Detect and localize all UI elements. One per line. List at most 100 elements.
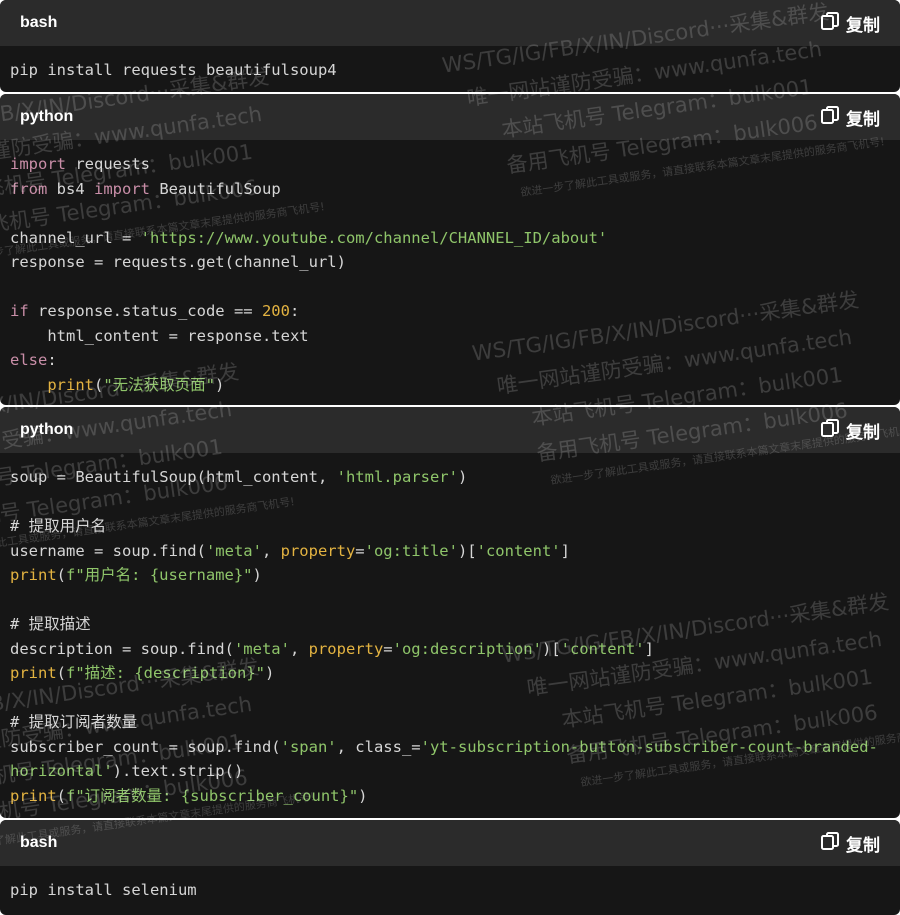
code-token: import — [94, 179, 150, 198]
code-token: print — [10, 566, 57, 584]
code-token: f"用户名: {username}" — [66, 566, 253, 584]
code-token: 'meta' — [205, 541, 262, 560]
code-token: = — [355, 541, 365, 560]
code-token: import — [10, 155, 66, 173]
code-token: ( — [56, 664, 67, 682]
code-line: response = requests.get(channel_url) — [10, 250, 890, 275]
code-token: BeautifulSoup — [150, 179, 281, 198]
code-block-2: python 复制 import requests from bs4 import… — [0, 94, 900, 405]
code-token: 'https://www.youtube.com/channel/CHANNEL… — [140, 228, 608, 247]
code-token: ).text.strip() — [112, 762, 244, 780]
code-language-label: python — [20, 108, 74, 125]
code-token: ) — [265, 664, 275, 682]
code-token: = — [383, 639, 393, 658]
copy-button[interactable]: 复制 — [820, 831, 880, 856]
code-token: 'span' — [280, 737, 337, 756]
code-language-label: bash — [20, 834, 58, 851]
code-token: f"订阅者数量: {subscriber_count}" — [66, 786, 359, 805]
code-language-label: bash — [20, 14, 58, 31]
code-line: channel_url = 'https://www.youtube.com/c… — [10, 226, 890, 251]
code-line: subscriber_count = soup.find('span', cla… — [10, 735, 890, 760]
copy-button[interactable]: 复制 — [820, 11, 880, 36]
copy-icon — [820, 831, 846, 856]
code-token: ] — [560, 541, 570, 560]
code-token: 'yt-subscription-button-subscriber-count… — [420, 737, 878, 756]
code-token: subscriber_count = soup.find( — [10, 737, 281, 756]
code-block-3: python 复制 soup = BeautifulSoup(html_cont… — [0, 407, 900, 818]
code-line: pip install requests beautifulsoup4 — [10, 58, 890, 83]
code-token: # 提取描述 — [10, 615, 91, 633]
code-line: print("无法获取页面") — [10, 373, 890, 398]
code-token: 'og:title' — [364, 541, 458, 560]
code-token: ) — [358, 786, 368, 805]
code-token: description = soup.find( — [10, 639, 234, 658]
copy-button-label: 复制 — [846, 109, 880, 130]
copy-button[interactable]: 复制 — [820, 418, 880, 443]
code-token: if — [10, 302, 29, 320]
code-token: f"描述: {description}" — [66, 664, 265, 682]
code-token: html_content = response.text — [10, 326, 309, 345]
code-line: import requests — [10, 152, 890, 177]
code-line: from bs4 import BeautifulSoup — [10, 177, 890, 202]
copy-button-label: 复制 — [846, 422, 880, 443]
code-token: response = requests.get(channel_url) — [10, 253, 346, 271]
code-token: print — [47, 375, 94, 394]
code-token: "无法获取页面" — [103, 375, 216, 394]
code-token: pip install requests beautifulsoup4 — [10, 61, 337, 79]
code-token: 'content' — [476, 541, 561, 560]
code-token: # 提取订阅者数量 — [10, 713, 138, 731]
code-token: requests — [66, 155, 150, 173]
code-block-header: bash 复制 — [0, 820, 900, 866]
code-token: print — [10, 664, 57, 682]
code-line: username = soup.find('meta', property='o… — [10, 539, 890, 564]
copy-icon — [820, 105, 846, 130]
code-line: print(f"描述: {description}") — [10, 661, 890, 686]
code-line: description = soup.find('meta', property… — [10, 637, 890, 662]
code-content: pip install requests beautifulsoup4 — [10, 58, 890, 83]
code-content: pip install selenium — [10, 878, 890, 903]
code-line: print(f"订阅者数量: {subscriber_count}") — [10, 784, 890, 809]
code-block-header: python 复制 — [0, 407, 900, 453]
code-token: )[ — [541, 639, 561, 658]
code-token: ) — [457, 468, 468, 486]
code-token: username = soup.find( — [10, 541, 206, 560]
code-token: pip install selenium — [10, 881, 197, 899]
code-token: channel_url = — [10, 228, 141, 247]
code-token: 'content' — [560, 639, 645, 658]
code-token: 200 — [261, 302, 290, 320]
code-token: : — [47, 351, 57, 369]
code-token: : — [289, 302, 300, 320]
code-token: # 提取用户名 — [10, 517, 107, 535]
code-token: ) — [252, 566, 262, 584]
code-block-4: bash 复制 pip install selenium — [0, 820, 900, 915]
code-token: , class_= — [336, 737, 421, 756]
code-line: pip install selenium — [10, 878, 890, 903]
code-line: if response.status_code == 200: — [10, 299, 890, 324]
code-language-label: python — [20, 421, 74, 438]
code-token: 'og:description' — [392, 639, 542, 658]
code-line: horizontal').text.strip() — [10, 759, 890, 784]
code-line: # 提取用户名 — [10, 514, 890, 539]
code-token: ] — [644, 639, 654, 658]
code-content: import requests from bs4 import Beautiful… — [10, 152, 890, 397]
copy-icon — [820, 418, 846, 443]
code-line: else: — [10, 348, 890, 373]
copy-button-label: 复制 — [846, 835, 880, 856]
code-token: else — [10, 351, 48, 369]
code-token: soup = BeautifulSoup(html_content, — [10, 468, 337, 486]
code-block-header: python 复制 — [0, 94, 900, 140]
code-block-header: bash 复制 — [0, 0, 900, 46]
code-token: 'html.parser' — [336, 468, 458, 486]
code-content: soup = BeautifulSoup(html_content, 'html… — [10, 465, 890, 808]
code-token: property — [308, 639, 384, 658]
code-token: ( — [94, 375, 104, 394]
code-token: ( — [56, 786, 67, 805]
code-line: soup = BeautifulSoup(html_content, 'html… — [10, 465, 890, 490]
code-token: , — [289, 639, 309, 658]
code-line: # 提取描述 — [10, 612, 890, 637]
copy-button[interactable]: 复制 — [820, 105, 880, 130]
